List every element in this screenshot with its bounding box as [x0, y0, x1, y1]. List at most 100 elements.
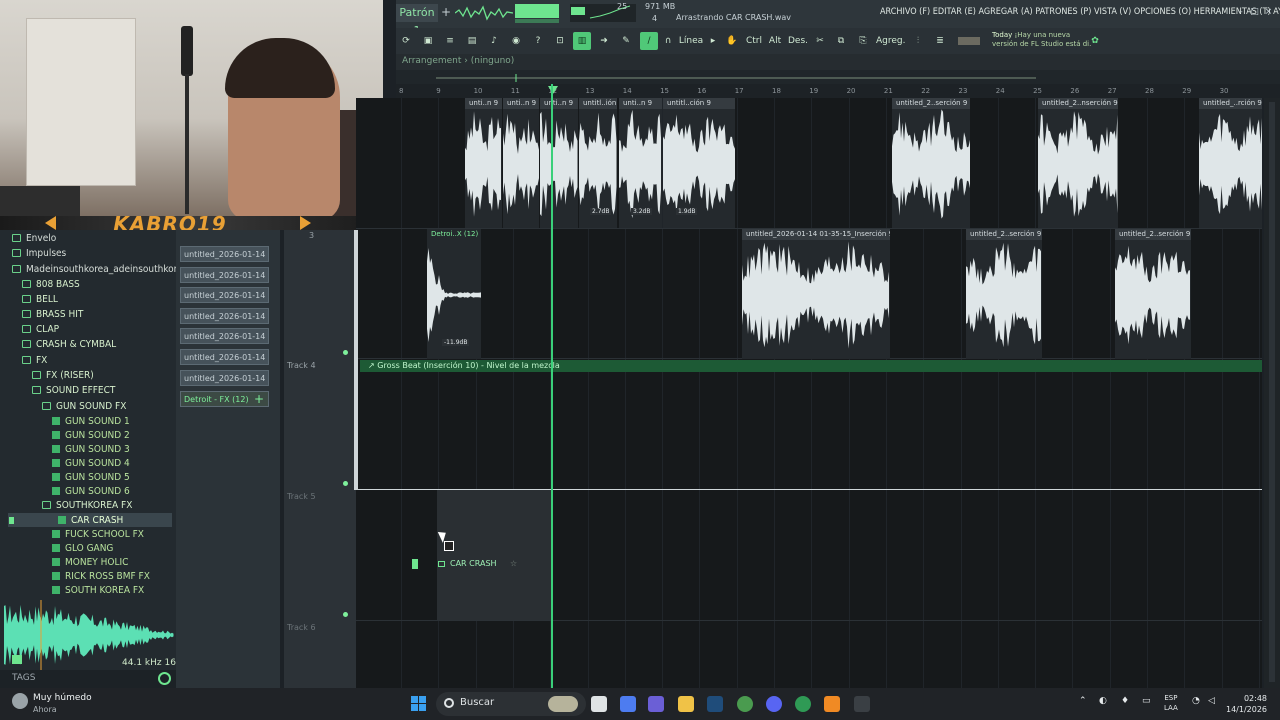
save-icon[interactable]: ▣ [420, 32, 436, 50]
copilot-icon[interactable] [620, 696, 636, 712]
file-explorer-icon[interactable] [678, 696, 694, 712]
maximize-icon[interactable]: □ [1250, 8, 1259, 17]
fl-studio-icon[interactable] [824, 696, 840, 712]
system-clock[interactable]: 02:48 14/1/2026 [1226, 693, 1267, 715]
tray-chevron-icon[interactable]: ⌃ [1079, 696, 1087, 706]
snap-line-select[interactable]: Línea [676, 32, 706, 50]
track-6-label[interactable]: Track 6 [284, 623, 356, 632]
audio-clip[interactable]: untitled_..rción 9 [1199, 98, 1262, 228]
browser-item[interactable]: RICK ROSS BMF FX [52, 569, 150, 583]
tray-display-icon[interactable]: ▭ [1142, 696, 1151, 706]
snap-icon[interactable]: ⊡ [552, 32, 568, 50]
volume-icon[interactable]: ◁ [1208, 696, 1215, 706]
picker-clip[interactable]: untitled_2026-01-14 02- [180, 349, 269, 365]
track-5-led[interactable] [343, 612, 348, 617]
audio-clip[interactable]: untitled_2..nserción 9 [1038, 98, 1118, 228]
main-menu[interactable]: ARCHIVO (F) EDITAR (E) AGREGAR (A) PATRO… [880, 7, 1280, 17]
browser-item[interactable]: FX [22, 353, 47, 367]
app-icon[interactable] [854, 696, 870, 712]
wifi-icon[interactable]: ◔ [1192, 696, 1200, 706]
microphone-icon[interactable]: ♪ [486, 32, 502, 50]
track-3-led[interactable] [343, 350, 348, 355]
online-icon[interactable]: ✿ [1087, 32, 1103, 50]
weather-icon[interactable] [12, 693, 28, 709]
pencil-icon[interactable]: ✎ [618, 32, 634, 50]
widgets-icon[interactable] [548, 696, 578, 712]
browser-item[interactable]: GUN SOUND 5 [52, 470, 130, 484]
track-resize-handle[interactable] [354, 230, 358, 490]
browser-item[interactable]: SOUTHKOREA FX [42, 498, 132, 512]
browser-item[interactable]: BRASS HIT [22, 307, 83, 321]
browser-item[interactable]: GUN SOUND 1 [52, 414, 130, 428]
arrow-right-icon[interactable]: ➜ [596, 32, 612, 50]
browser-item[interactable]: CAR CRASH [8, 513, 172, 527]
tags-label[interactable]: TAGS [12, 673, 35, 683]
browser-item[interactable]: GUN SOUND 6 [52, 484, 130, 498]
browser-item[interactable]: CRASH & CYMBAL [22, 337, 116, 351]
paint-icon[interactable]: ∕ [640, 32, 658, 50]
browser-item[interactable]: FUCK SCHOOL FX [52, 527, 144, 541]
audio-clip[interactable]: untitled_2..serción 9 [966, 229, 1042, 359]
browser-item[interactable]: SOUND EFFECT [32, 383, 115, 397]
browser-item[interactable]: GUN SOUND FX [42, 399, 126, 413]
teams-icon[interactable] [648, 696, 664, 712]
list-icon[interactable]: ≣ [932, 32, 948, 50]
audio-clip[interactable]: untitled_2026-01-14 01-35-15_Inserción 9 [742, 229, 890, 359]
track-4-led[interactable] [343, 481, 348, 486]
playhead-marker[interactable] [548, 86, 558, 94]
browser-item[interactable]: MONEY HOLIC [52, 555, 128, 569]
automation-clip[interactable]: ↗ Gross Beat (Inserción 10) - Nivel de l… [360, 360, 1262, 372]
track-4-label[interactable]: Track 4 [284, 361, 356, 370]
browser-icon[interactable]: ◉ [508, 32, 524, 50]
picker-clip[interactable]: untitled_2026-01-14 02- [180, 307, 269, 324]
discord-icon[interactable] [766, 696, 782, 712]
magnet-icon[interactable]: ∩ [660, 32, 676, 50]
channel-rack-icon[interactable]: ▤ [464, 32, 480, 50]
link-icon[interactable]: ⫶ [910, 32, 926, 50]
tray-app-icon[interactable]: ◐ [1099, 696, 1107, 706]
paste-icon[interactable]: ⎘ [855, 32, 871, 50]
audio-clip[interactable]: unti..n 9 [540, 98, 578, 228]
chrome-profile-icon[interactable] [795, 696, 811, 712]
tray-mic-icon[interactable]: ♦ [1121, 696, 1129, 706]
audio-clip[interactable]: untitl..ción 9 [663, 98, 735, 228]
track-5-label[interactable]: Track 5 [284, 492, 356, 501]
browser-item[interactable]: CLAP [22, 322, 59, 336]
browser-item[interactable]: 808 BASS [22, 277, 80, 291]
browser-item[interactable]: FX (RISER) [32, 368, 94, 382]
browser-item[interactable]: Madeinsouthkorea_adeinsouthkorea_ [12, 262, 193, 276]
browser-item[interactable]: GLO GANG [52, 541, 113, 555]
audio-clip[interactable]: unti..n 9 [465, 98, 502, 228]
help-icon[interactable]: ? [530, 32, 546, 50]
steam-icon[interactable] [707, 696, 723, 712]
pattern-selector[interactable]: Patrón 1 [396, 4, 438, 37]
picker-clip[interactable]: untitled_2026-01-14 02- [180, 287, 269, 304]
hand-icon[interactable]: ✋ [724, 32, 740, 50]
browser-item[interactable]: Envelo [12, 231, 56, 245]
browser-item[interactable]: GUN SOUND 4 [52, 456, 130, 470]
dropdown-arrow-icon[interactable]: ▸ [705, 32, 721, 50]
picker-clip[interactable]: untitled_2026-01-14 02- [180, 328, 269, 345]
weather-widget[interactable]: Muy húmedo Ahora [33, 693, 92, 716]
copy-icon[interactable]: ⧉ [833, 32, 849, 50]
cut-icon[interactable]: ✂ [812, 32, 828, 50]
picker-clip[interactable]: untitled_2026-01-14 02- [180, 369, 269, 386]
minimize-icon[interactable]: – [1236, 8, 1245, 17]
audio-clip[interactable]: unti..n 9 [503, 98, 539, 228]
language-indicator[interactable]: ESP LAA [1164, 693, 1178, 713]
tempo-slider[interactable] [958, 37, 980, 45]
news-panel[interactable]: Today ¡Hay una nueva versión de FL Studi… [992, 31, 1091, 49]
browser-item[interactable]: GUN SOUND 3 [52, 442, 130, 456]
add-button[interactable]: Agreg. [876, 32, 905, 50]
picker-active-clip[interactable]: Detroit - FX (12) + [180, 391, 269, 407]
refresh-icon[interactable]: ⟳ [398, 32, 414, 50]
picker-clip[interactable]: untitled_2026-01-14 02- [180, 266, 269, 283]
vertical-scrollbar[interactable] [1264, 98, 1280, 688]
browser-item[interactable]: Impulses [12, 246, 66, 260]
browser-item[interactable]: GUN SOUND 2 [52, 428, 130, 442]
dragged-clip[interactable]: CAR CRASH ☆ [412, 557, 520, 571]
mixer-icon[interactable]: ≡ [442, 32, 458, 50]
browser-item[interactable]: SOUTH KOREA FX [52, 583, 144, 597]
audio-clip[interactable]: untitled_2..serción 9 [892, 98, 970, 228]
search-icon[interactable] [158, 672, 171, 685]
